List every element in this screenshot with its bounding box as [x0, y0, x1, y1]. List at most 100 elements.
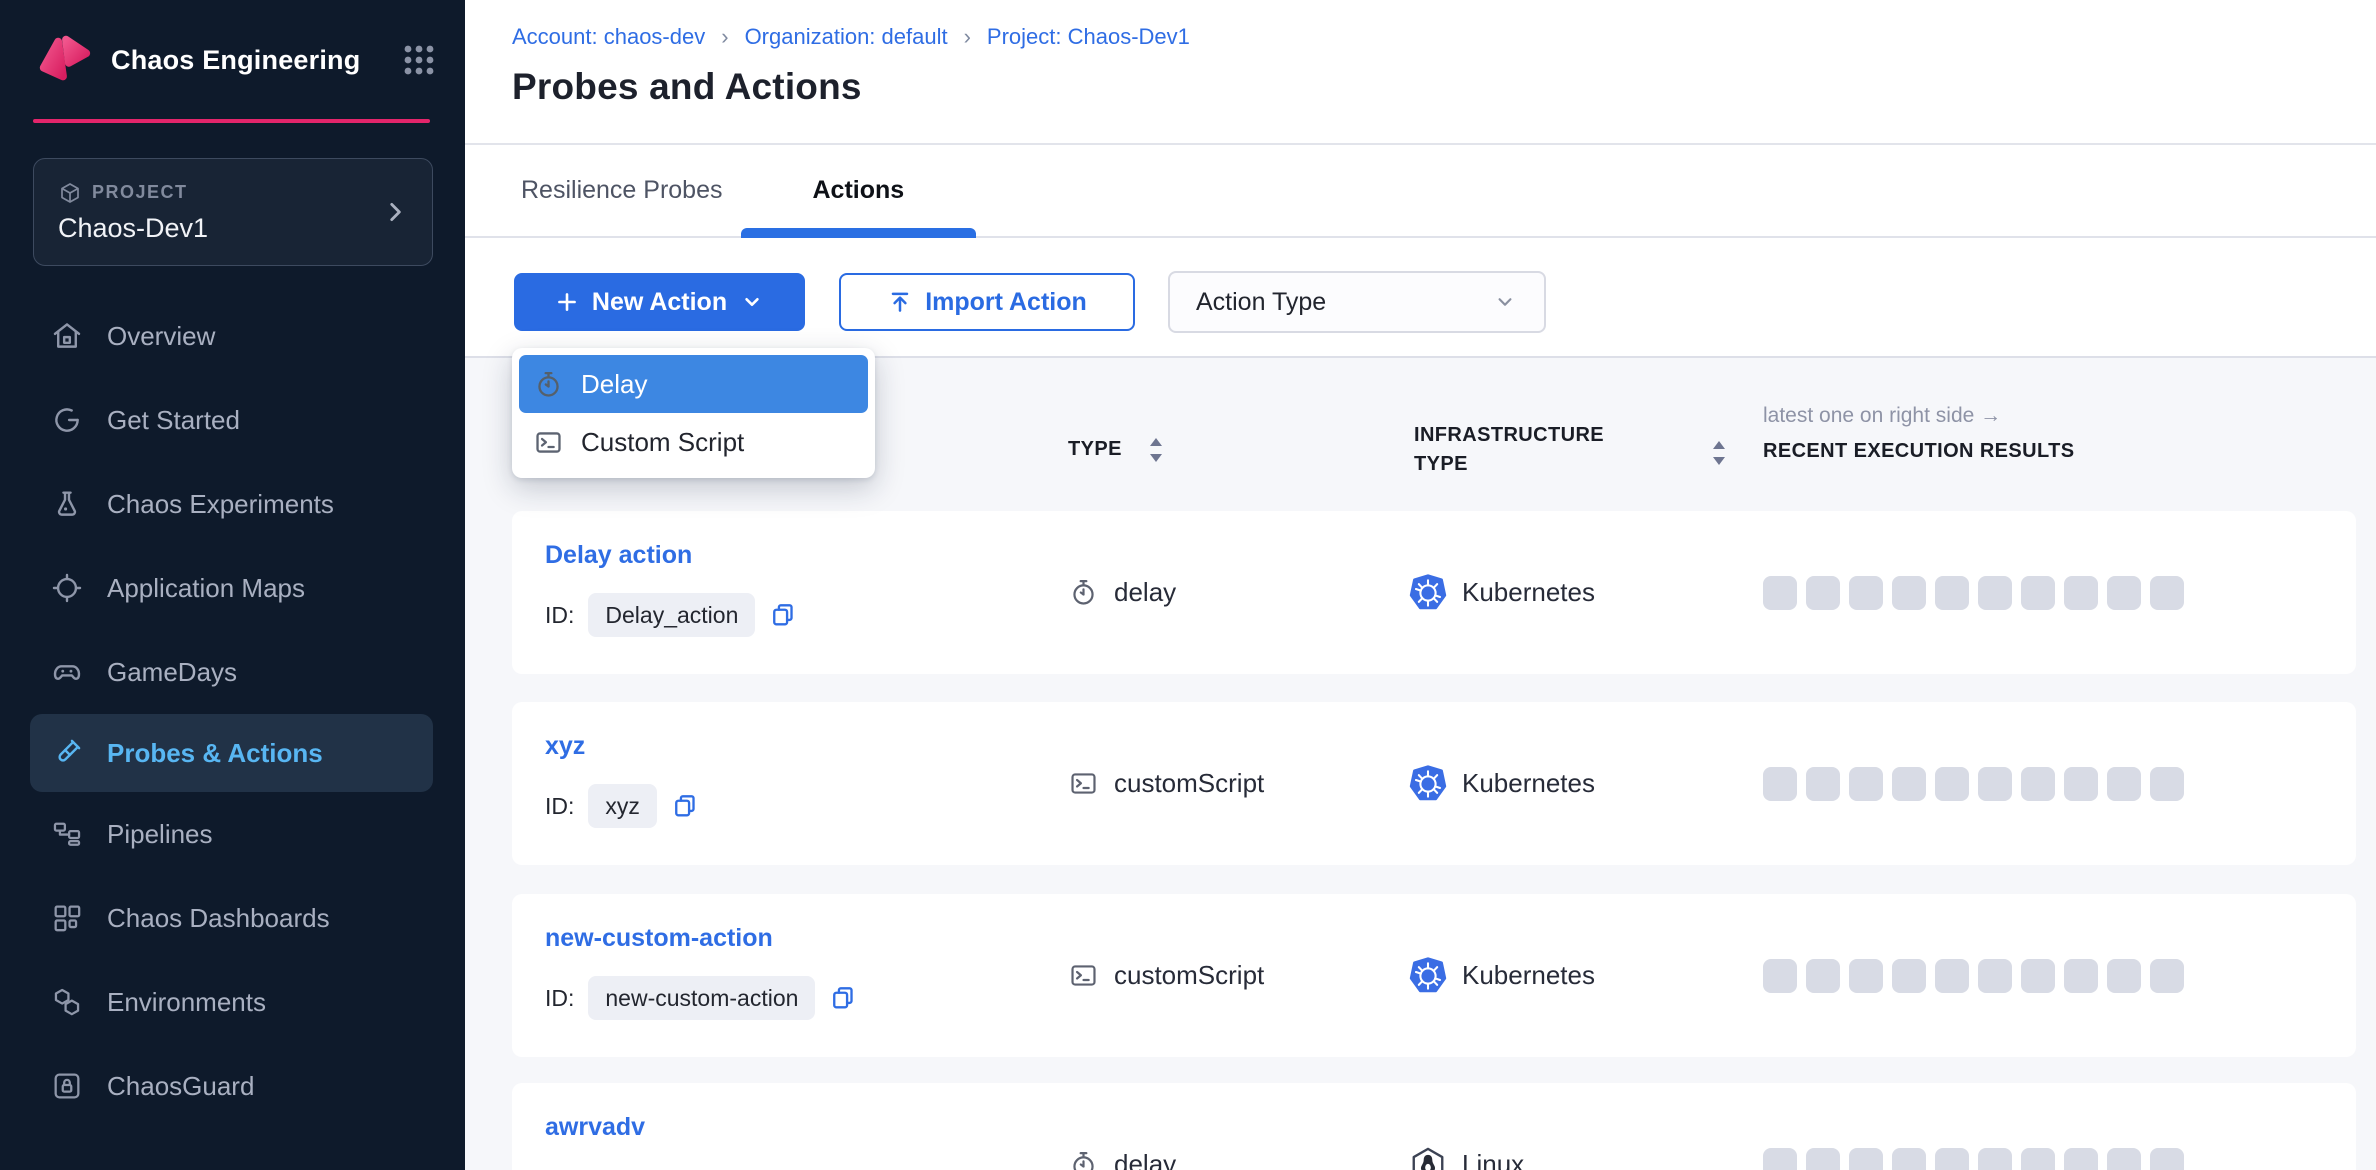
- home-icon: [50, 319, 84, 353]
- tab-actions[interactable]: Actions: [741, 145, 977, 236]
- action-name-link[interactable]: xyz: [545, 732, 585, 761]
- sidebar-item-environments[interactable]: Environments: [0, 960, 465, 1044]
- menu-item-label: Delay: [581, 369, 647, 400]
- project-name: Chaos-Dev1: [58, 213, 382, 244]
- upload-icon: [887, 289, 913, 315]
- column-header-recent-execution-results: RECENT EXECUTION RESULTS: [1763, 440, 2074, 463]
- sidebar-item-pipelines[interactable]: Pipelines: [0, 792, 465, 876]
- breadcrumb-project-link[interactable]: Project: Chaos-Dev1: [987, 24, 1190, 50]
- type-cell: customScript: [1068, 894, 1264, 1057]
- id-label: ID:: [545, 793, 574, 820]
- sidebar-item-label: GameDays: [107, 657, 237, 688]
- chevron-right-icon: [382, 199, 408, 225]
- copy-icon[interactable]: [671, 792, 699, 820]
- recent-execution-results: [1763, 894, 2184, 1057]
- id-label: ID:: [545, 602, 574, 629]
- execution-result-placeholder: [1935, 576, 1969, 610]
- infrastructure-value: Linux: [1462, 1149, 1524, 1170]
- breadcrumb-account-link[interactable]: Account: chaos-dev: [512, 24, 705, 50]
- type-cell: delay: [1068, 511, 1176, 674]
- recent-execution-results: [1763, 702, 2184, 865]
- sidebar-item-label: Chaos Experiments: [107, 489, 334, 520]
- terminal-icon: [1068, 768, 1099, 799]
- breadcrumb-organization-link[interactable]: Organization: default: [745, 24, 948, 50]
- tab-resilience-probes[interactable]: Resilience Probes: [521, 145, 723, 236]
- execution-result-placeholder: [1806, 1148, 1840, 1170]
- infrastructure-value: Kubernetes: [1462, 768, 1595, 799]
- new-action-label: New Action: [592, 288, 727, 317]
- execution-result-placeholder: [1849, 576, 1883, 610]
- sidebar-item-label: Environments: [107, 987, 266, 1018]
- gamepad-icon: [50, 655, 84, 689]
- execution-result-placeholder: [2107, 576, 2141, 610]
- recent-execution-results: [1763, 1083, 2184, 1170]
- action-id-value: Delay_action: [588, 593, 755, 637]
- breadcrumb-separator: ›: [964, 24, 971, 50]
- sidebar-item-chaos-dashboards[interactable]: Chaos Dashboards: [0, 876, 465, 960]
- type-value: customScript: [1114, 960, 1264, 991]
- execution-result-placeholder: [1978, 576, 2012, 610]
- project-selector[interactable]: PROJECT Chaos-Dev1: [33, 158, 433, 266]
- execution-result-placeholder: [1978, 1148, 2012, 1170]
- execution-result-placeholder: [2107, 959, 2141, 993]
- dashboard-grid-icon: [50, 901, 84, 935]
- sidebar: Chaos Engineering PROJECT Chaos-Dev1: [0, 0, 465, 1170]
- action-name-link[interactable]: Delay action: [545, 541, 692, 570]
- chevron-down-icon: [1492, 289, 1518, 315]
- sidebar-item-label: Get Started: [107, 405, 240, 436]
- column-header-infrastructure-type: INFRASTRUCTURE TYPE: [1414, 421, 1644, 479]
- project-info: PROJECT Chaos-Dev1: [58, 181, 382, 244]
- sidebar-item-chaos-experiments[interactable]: Chaos Experiments: [0, 462, 465, 546]
- kubernetes-icon: [1409, 957, 1447, 995]
- sidebar-item-gamedays[interactable]: GameDays: [0, 630, 465, 714]
- results-order-hint: latest one on right side →: [1763, 404, 2001, 428]
- new-action-button[interactable]: New Action: [514, 273, 805, 331]
- sidebar-nav: Overview Get Started Chaos Experiments A…: [0, 294, 465, 1128]
- sidebar-item-probes-actions[interactable]: Probes & Actions: [30, 714, 433, 792]
- kubernetes-icon: [1409, 765, 1447, 803]
- main-content: Account: chaos-dev › Organization: defau…: [465, 0, 2376, 1170]
- action-name-link[interactable]: awrvadv: [545, 1113, 645, 1142]
- lock-shield-icon: [50, 1069, 84, 1103]
- sort-infrastructure-button[interactable]: [1708, 438, 1730, 468]
- infrastructure-cell: Linux: [1409, 1083, 1524, 1170]
- test-tube-icon: [50, 736, 84, 770]
- execution-result-placeholder: [2021, 959, 2055, 993]
- import-action-label: Import Action: [925, 288, 1087, 317]
- execution-result-placeholder: [2150, 959, 2184, 993]
- table-row: awrvadv delay Linux: [512, 1083, 2356, 1170]
- sidebar-item-label: Probes & Actions: [107, 738, 323, 769]
- infrastructure-cell: Kubernetes: [1409, 702, 1595, 865]
- sort-type-button[interactable]: [1145, 435, 1167, 465]
- execution-result-placeholder: [2064, 576, 2098, 610]
- stopwatch-icon: [1068, 577, 1099, 608]
- infrastructure-cell: Kubernetes: [1409, 894, 1595, 1057]
- sidebar-item-overview[interactable]: Overview: [0, 294, 465, 378]
- action-type-filter[interactable]: Action Type: [1168, 271, 1546, 333]
- sidebar-item-chaosguard[interactable]: ChaosGuard: [0, 1044, 465, 1128]
- sidebar-item-application-maps[interactable]: Application Maps: [0, 546, 465, 630]
- recent-execution-results: [1763, 511, 2184, 674]
- menu-item-custom-script[interactable]: Custom Script: [519, 413, 868, 471]
- copy-icon[interactable]: [769, 601, 797, 629]
- execution-result-placeholder: [1935, 1148, 1969, 1170]
- breadcrumb-separator: ›: [721, 24, 728, 50]
- id-label: ID:: [545, 985, 574, 1012]
- progress-circle-icon: [50, 403, 84, 437]
- execution-result-placeholder: [1892, 959, 1926, 993]
- type-value: customScript: [1114, 768, 1264, 799]
- import-action-button[interactable]: Import Action: [839, 273, 1135, 331]
- kubernetes-icon: [1409, 574, 1447, 612]
- type-cell: delay: [1068, 1083, 1176, 1170]
- crosshair-icon: [50, 571, 84, 605]
- execution-result-placeholder: [2064, 1148, 2098, 1170]
- execution-result-placeholder: [1978, 959, 2012, 993]
- sidebar-item-get-started[interactable]: Get Started: [0, 378, 465, 462]
- action-name-link[interactable]: new-custom-action: [545, 924, 773, 953]
- menu-item-delay[interactable]: Delay: [519, 355, 868, 413]
- execution-result-placeholder: [1892, 1148, 1926, 1170]
- tab-bar: Resilience Probes Actions: [465, 145, 2376, 238]
- copy-icon[interactable]: [829, 984, 857, 1012]
- app-switcher-grid-icon[interactable]: [401, 42, 437, 78]
- pipeline-icon: [50, 817, 84, 851]
